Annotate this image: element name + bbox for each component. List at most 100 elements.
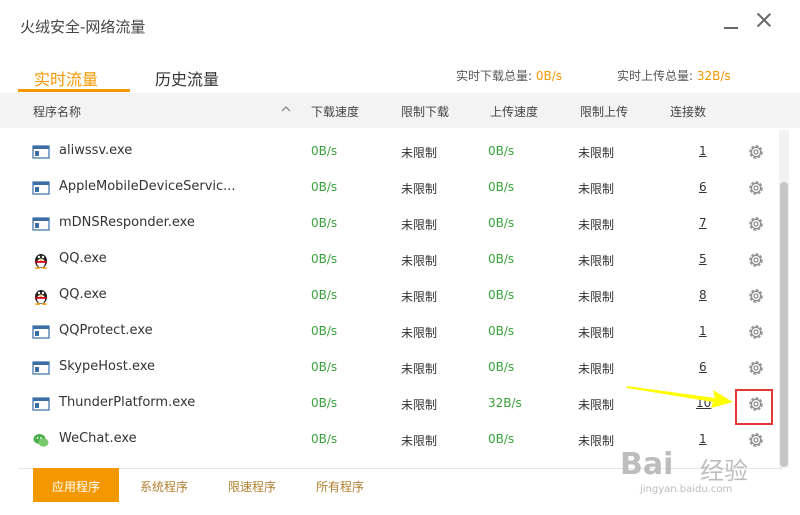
upload-speed: 0B/s	[488, 324, 515, 338]
gear-icon[interactable]	[746, 178, 766, 198]
watermark-url: jingyan.baidu.com	[640, 484, 733, 495]
download-limit: 未限制	[401, 398, 438, 412]
upload-speed: 0B/s	[488, 144, 515, 158]
window-icon	[32, 361, 50, 375]
connections-link[interactable]: 8	[699, 288, 707, 302]
total-upload-label: 实时上传总量:	[617, 69, 694, 83]
connections-link[interactable]: 7	[699, 216, 707, 230]
upload-speed: 0B/s	[488, 432, 515, 446]
gear-icon[interactable]	[746, 286, 766, 306]
wechat-icon	[33, 434, 49, 447]
table-row[interactable]: AppleMobileDeviceServic... 0B/s 未限制 0B/s…	[0, 170, 780, 206]
column-header-connections[interactable]: 连接数	[670, 103, 706, 120]
table-header: 程序名称 下载速度 限制下载 上传速度 限制上传 连接数	[0, 93, 800, 128]
gear-icon[interactable]	[746, 142, 766, 162]
watermark-cn: 经验	[700, 457, 748, 485]
total-download-value: 0B/s	[535, 69, 563, 83]
upload-speed: 0B/s	[488, 288, 515, 302]
total-download: 实时下载总量: 0B/s	[456, 67, 562, 84]
upload-limit: 未限制	[578, 398, 615, 412]
upload-limit: 未限制	[578, 362, 615, 376]
total-upload-value: 32B/s	[696, 69, 731, 83]
title-bar: 火绒安全-网络流量	[0, 0, 800, 50]
window-icon	[32, 181, 50, 195]
download-limit: 未限制	[401, 182, 438, 196]
filter-tab-limited[interactable]: 限速程序	[228, 468, 276, 502]
connections-link[interactable]: 1	[699, 324, 707, 338]
download-limit: 未限制	[401, 254, 438, 268]
filter-tab-all[interactable]: 所有程序	[316, 468, 364, 502]
connections-link[interactable]: 5	[699, 252, 707, 266]
program-name: QQ.exe	[59, 287, 107, 302]
upload-limit: 未限制	[578, 146, 615, 160]
download-limit: 未限制	[401, 362, 438, 376]
gear-icon[interactable]	[746, 214, 766, 234]
vertical-scrollbar[interactable]	[779, 130, 789, 468]
download-speed: 0B/s	[311, 216, 338, 230]
download-speed: 0B/s	[311, 324, 338, 338]
table-row[interactable]: QQ.exe 0B/s 未限制 0B/s 未限制 5	[0, 242, 780, 278]
download-limit: 未限制	[401, 326, 438, 340]
program-name: QQ.exe	[59, 251, 107, 266]
connections-link[interactable]: 1	[699, 432, 707, 446]
download-speed: 0B/s	[311, 180, 338, 194]
total-upload: 实时上传总量: 32B/s	[617, 67, 731, 84]
window-title: 火绒安全-网络流量	[20, 18, 146, 36]
download-limit: 未限制	[401, 218, 438, 232]
program-name: aliwssv.exe	[59, 143, 133, 158]
program-name: AppleMobileDeviceServic...	[59, 179, 236, 194]
upload-limit: 未限制	[578, 254, 615, 268]
upload-limit: 未限制	[578, 290, 615, 304]
upload-limit: 未限制	[578, 326, 615, 340]
connections-link[interactable]: 1	[699, 144, 707, 158]
active-tab-indicator	[18, 89, 130, 92]
gear-icon[interactable]	[746, 430, 766, 450]
download-limit: 未限制	[401, 434, 438, 448]
download-speed: 0B/s	[311, 144, 338, 158]
watermark-brand: Bai	[620, 447, 674, 482]
column-header-program-name[interactable]: 程序名称	[33, 103, 81, 120]
window-icon	[32, 145, 50, 159]
filter-tab-applications[interactable]: 应用程序	[33, 468, 119, 502]
download-speed: 0B/s	[311, 288, 338, 302]
program-name: ThunderPlatform.exe	[59, 395, 196, 410]
table-row[interactable]: mDNSResponder.exe 0B/s 未限制 0B/s 未限制 7	[0, 206, 780, 242]
table-row[interactable]: QQProtect.exe 0B/s 未限制 0B/s 未限制 1	[0, 314, 780, 350]
download-speed: 0B/s	[311, 360, 338, 374]
tab-realtime-traffic[interactable]: 实时流量	[34, 66, 98, 90]
window-icon	[32, 217, 50, 231]
download-speed: 0B/s	[311, 252, 338, 266]
sort-chevron-up-icon[interactable]	[280, 103, 292, 115]
table-row[interactable]: QQ.exe 0B/s 未限制 0B/s 未限制 8	[0, 278, 780, 314]
annotation-arrow-icon	[627, 386, 733, 408]
upload-speed: 32B/s	[488, 396, 522, 410]
upload-speed: 0B/s	[488, 360, 515, 374]
connections-link[interactable]: 6	[699, 180, 707, 194]
gear-icon[interactable]	[746, 322, 766, 342]
minimize-icon[interactable]	[720, 8, 744, 32]
gear-highlight-box	[735, 389, 773, 425]
download-speed: 0B/s	[311, 432, 338, 446]
close-icon[interactable]	[752, 8, 776, 32]
qq-penguin-icon	[35, 254, 47, 269]
download-limit: 未限制	[401, 146, 438, 160]
window-icon	[32, 325, 50, 339]
scrollbar-thumb[interactable]	[780, 182, 788, 467]
column-header-upload-limit[interactable]: 限制上传	[580, 103, 628, 120]
gear-icon[interactable]	[746, 250, 766, 270]
window-icon	[32, 397, 50, 411]
tab-history-traffic[interactable]: 历史流量	[155, 66, 219, 90]
filter-tab-system[interactable]: 系统程序	[140, 468, 188, 502]
qq-penguin-icon	[35, 290, 47, 305]
column-header-download-limit[interactable]: 限制下载	[401, 103, 449, 120]
upload-speed: 0B/s	[488, 180, 515, 194]
program-name: SkypeHost.exe	[59, 359, 156, 374]
connections-link[interactable]: 6	[699, 360, 707, 374]
gear-icon[interactable]	[746, 358, 766, 378]
column-header-upload-speed[interactable]: 上传速度	[490, 103, 538, 120]
upload-limit: 未限制	[578, 218, 615, 232]
upload-limit: 未限制	[578, 182, 615, 196]
table-row[interactable]: aliwssv.exe 0B/s 未限制 0B/s 未限制 1	[0, 134, 780, 170]
column-header-download-speed[interactable]: 下载速度	[311, 103, 359, 120]
download-speed: 0B/s	[311, 396, 338, 410]
